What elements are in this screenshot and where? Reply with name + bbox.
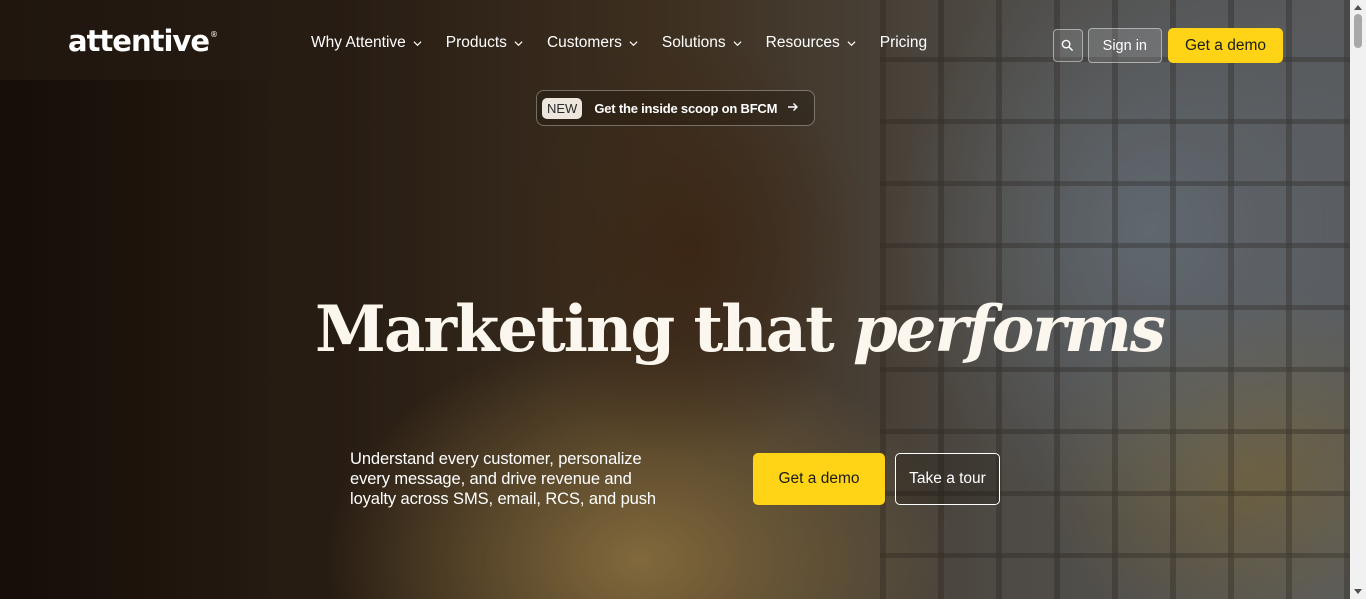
- search-icon: [1061, 39, 1074, 52]
- chevron-down-icon: [413, 40, 422, 46]
- headline-text: Marketing that: [315, 292, 853, 367]
- announcement-text: Get the inside scoop on BFCM: [594, 100, 778, 116]
- hero-get-a-demo-button[interactable]: Get a demo: [753, 453, 885, 505]
- nav-label: Resources: [765, 34, 840, 51]
- nav-why-attentive[interactable]: Why Attentive: [311, 34, 422, 52]
- logo-registered-mark: ®: [209, 30, 218, 39]
- page-scrollbar[interactable]: [1350, 0, 1366, 599]
- search-button[interactable]: [1052, 29, 1083, 62]
- chevron-down-icon: [733, 40, 742, 46]
- nav-label: Pricing: [879, 34, 928, 51]
- scroll-up-arrow-icon[interactable]: [1350, 0, 1366, 14]
- new-badge: NEW: [542, 97, 583, 119]
- scrollbar-thumb[interactable]: [1354, 14, 1362, 48]
- arrow-right-icon: [787, 99, 799, 117]
- chevron-down-icon: [514, 40, 523, 46]
- nav-label: Solutions: [661, 34, 726, 51]
- announcement-banner[interactable]: NEW Get the inside scoop on BFCM: [536, 90, 815, 126]
- nav-label: Customers: [546, 34, 622, 51]
- sign-in-button[interactable]: Sign in: [1087, 28, 1162, 63]
- scroll-down-arrow-icon[interactable]: [1350, 585, 1366, 599]
- get-a-demo-button[interactable]: Get a demo: [1168, 28, 1283, 63]
- logo-text: attentive: [68, 24, 210, 58]
- nav-resources[interactable]: Resources: [766, 34, 856, 52]
- nav-solutions[interactable]: Solutions: [662, 34, 742, 52]
- nav-products[interactable]: Products: [446, 34, 523, 52]
- nav-label: Products: [445, 34, 507, 51]
- hero-subtext: Understand every customer, personalize e…: [350, 450, 656, 508]
- nav-customers[interactable]: Customers: [547, 34, 638, 52]
- hero-headline: Marketing that performs: [315, 292, 1166, 367]
- attentive-logo[interactable]: attentive®: [68, 24, 218, 58]
- header-actions: Sign in Get a demo: [1052, 28, 1283, 63]
- headline-emphasis: performs: [852, 292, 1166, 367]
- main-nav: Why Attentive Products Customers Solutio…: [311, 34, 951, 52]
- nav-pricing[interactable]: Pricing: [880, 34, 927, 52]
- chevron-down-icon: [629, 40, 638, 46]
- chevron-down-icon: [847, 40, 856, 46]
- nav-label: Why Attentive: [311, 34, 406, 51]
- take-a-tour-button[interactable]: Take a tour: [895, 453, 1000, 505]
